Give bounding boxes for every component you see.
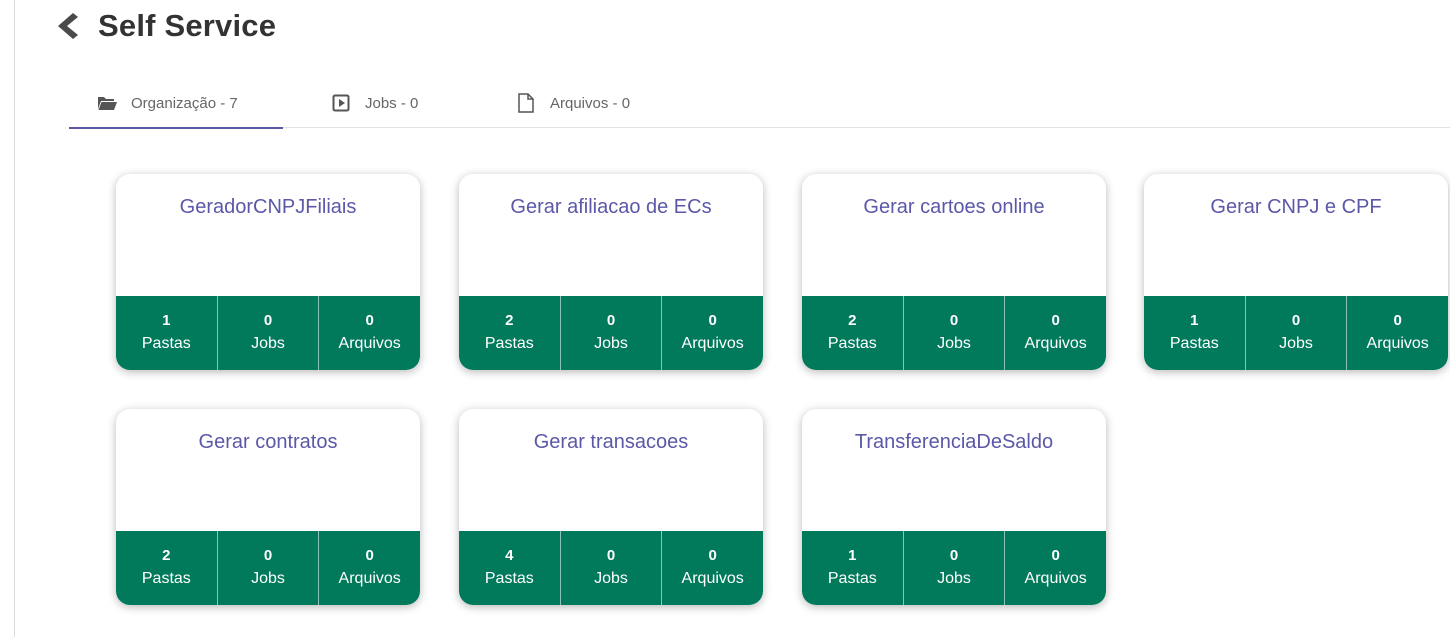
organization-card[interactable]: Gerar afiliacao de ECs 2 Pastas 0 Jobs 0 Ar… bbox=[459, 174, 763, 370]
play-box-icon bbox=[331, 94, 351, 112]
card-stats: 2 Pastas 0 Jobs 0 Arquivos bbox=[459, 296, 763, 370]
stat-arquivos: 0 Arquivos bbox=[661, 296, 763, 370]
jobs-label: Jobs bbox=[937, 335, 971, 352]
organization-card[interactable]: Gerar CNPJ e CPF 1 Pastas 0 Jobs 0 Arquivos bbox=[1144, 174, 1448, 370]
stat-pastas: 1 Pastas bbox=[802, 531, 903, 605]
organization-card[interactable]: Gerar contratos 2 Pastas 0 Jobs 0 Arquivos bbox=[116, 409, 420, 605]
card-title: TransferenciaDeSaldo bbox=[854, 431, 1054, 453]
tab-jobs-label: Jobs - 0 bbox=[365, 94, 419, 112]
page-header: Self Service bbox=[54, 6, 276, 46]
pastas-count: 4 bbox=[505, 547, 514, 564]
pastas-label: Pastas bbox=[1169, 335, 1219, 352]
card-stats: 4 Pastas 0 Jobs 0 Arquivos bbox=[459, 531, 763, 605]
arquivos-label: Arquivos bbox=[1024, 335, 1087, 352]
page-title: Self Service bbox=[98, 8, 277, 43]
arquivos-label: Arquivos bbox=[338, 570, 401, 587]
pastas-label: Pastas bbox=[484, 335, 534, 352]
stat-arquivos: 0 Arquivos bbox=[1004, 531, 1106, 605]
stat-arquivos: 0 Arquivos bbox=[1346, 296, 1448, 370]
pastas-label: Pastas bbox=[141, 570, 191, 587]
pastas-count: 1 bbox=[848, 547, 857, 564]
tab-bar: Organização - 7 Jobs - 0 Arquivos - 0 bbox=[69, 78, 1450, 129]
arquivos-count: 0 bbox=[1393, 312, 1402, 329]
stat-arquivos: 0 Arquivos bbox=[1004, 296, 1106, 370]
organization-card[interactable]: Gerar cartoes online 2 Pastas 0 Jobs 0 Arqu… bbox=[802, 174, 1106, 370]
stat-jobs: 0 Jobs bbox=[1244, 296, 1347, 370]
card-title: Gerar cartoes online bbox=[863, 196, 1045, 218]
jobs-count: 0 bbox=[263, 312, 273, 329]
folder-open-icon bbox=[97, 94, 117, 112]
card-stats: 1 Pastas 0 Jobs 0 Arquivos bbox=[116, 296, 420, 370]
pastas-count: 2 bbox=[505, 312, 514, 329]
stat-jobs: 0 Jobs bbox=[902, 531, 1005, 605]
organization-card[interactable]: Gerar transacoes 4 Pastas 0 Jobs 0 Arquivos bbox=[459, 409, 763, 605]
arquivos-label: Arquivos bbox=[1366, 335, 1429, 352]
pastas-label: Pastas bbox=[484, 570, 534, 587]
jobs-count: 0 bbox=[1291, 312, 1301, 329]
jobs-label: Jobs bbox=[594, 570, 628, 587]
jobs-label: Jobs bbox=[937, 570, 971, 587]
stat-pastas: 2 Pastas bbox=[116, 531, 217, 605]
tab-arquivos[interactable]: Arquivos - 0 bbox=[468, 78, 668, 128]
card-title: Gerar afiliacao de ECs bbox=[510, 196, 712, 218]
file-icon bbox=[516, 93, 536, 113]
jobs-count: 0 bbox=[606, 312, 616, 329]
arquivos-count: 0 bbox=[708, 547, 717, 564]
stat-pastas: 1 Pastas bbox=[116, 296, 217, 370]
left-divider bbox=[14, 0, 15, 637]
stat-pastas: 2 Pastas bbox=[802, 296, 903, 370]
pastas-count: 1 bbox=[1190, 312, 1199, 329]
tab-organizacao[interactable]: Organização - 7 bbox=[69, 78, 283, 129]
jobs-count: 0 bbox=[949, 312, 959, 329]
arquivos-label: Arquivos bbox=[681, 335, 744, 352]
stat-pastas: 1 Pastas bbox=[1144, 296, 1245, 370]
arquivos-label: Arquivos bbox=[338, 335, 401, 352]
card-title: Gerar transacoes bbox=[533, 431, 689, 453]
card-stats: 2 Pastas 0 Jobs 0 Arquivos bbox=[116, 531, 420, 605]
jobs-count: 0 bbox=[949, 547, 959, 564]
jobs-count: 0 bbox=[606, 547, 616, 564]
organization-card[interactable]: TransferenciaDeSaldo 1 Pastas 0 Jobs 0 Arqu… bbox=[802, 409, 1106, 605]
stat-jobs: 0 Jobs bbox=[559, 531, 662, 605]
card-stats: 2 Pastas 0 Jobs 0 Arquivos bbox=[802, 296, 1106, 370]
arquivos-label: Arquivos bbox=[681, 570, 744, 587]
chevron-left-icon bbox=[58, 13, 78, 39]
organization-card[interactable]: GeradorCNPJFiliais 1 Pastas 0 Jobs 0 Arquiv… bbox=[116, 174, 420, 370]
arquivos-count: 0 bbox=[708, 312, 717, 329]
tab-organizacao-label: Organização - 7 bbox=[131, 94, 238, 112]
pastas-label: Pastas bbox=[827, 570, 877, 587]
card-stats: 1 Pastas 0 Jobs 0 Arquivos bbox=[802, 531, 1106, 605]
back-button[interactable] bbox=[54, 6, 80, 46]
card-title: Gerar CNPJ e CPF bbox=[1210, 196, 1382, 218]
arquivos-count: 0 bbox=[1051, 547, 1060, 564]
pastas-count: 2 bbox=[848, 312, 857, 329]
pastas-count: 2 bbox=[162, 547, 171, 564]
arquivos-count: 0 bbox=[365, 312, 374, 329]
card-title: Gerar contratos bbox=[198, 431, 338, 453]
card-title: GeradorCNPJFiliais bbox=[179, 196, 357, 218]
tab-arquivos-label: Arquivos - 0 bbox=[550, 94, 631, 112]
pastas-label: Pastas bbox=[827, 335, 877, 352]
stat-arquivos: 0 Arquivos bbox=[318, 296, 420, 370]
jobs-label: Jobs bbox=[251, 570, 285, 587]
jobs-count: 0 bbox=[263, 547, 273, 564]
arquivos-count: 0 bbox=[365, 547, 374, 564]
stat-pastas: 2 Pastas bbox=[459, 296, 560, 370]
jobs-label: Jobs bbox=[251, 335, 285, 352]
pastas-label: Pastas bbox=[141, 335, 191, 352]
stat-jobs: 0 Jobs bbox=[216, 296, 319, 370]
arquivos-count: 0 bbox=[1051, 312, 1060, 329]
stat-jobs: 0 Jobs bbox=[902, 296, 1005, 370]
tab-jobs[interactable]: Jobs - 0 bbox=[283, 78, 468, 128]
jobs-label: Jobs bbox=[1279, 335, 1313, 352]
jobs-label: Jobs bbox=[594, 335, 628, 352]
stat-jobs: 0 Jobs bbox=[559, 296, 662, 370]
stat-arquivos: 0 Arquivos bbox=[318, 531, 420, 605]
arquivos-label: Arquivos bbox=[1024, 570, 1087, 587]
pastas-count: 1 bbox=[162, 312, 171, 329]
stat-jobs: 0 Jobs bbox=[216, 531, 319, 605]
stat-pastas: 4 Pastas bbox=[459, 531, 560, 605]
stat-arquivos: 0 Arquivos bbox=[661, 531, 763, 605]
card-stats: 1 Pastas 0 Jobs 0 Arquivos bbox=[1144, 296, 1448, 370]
